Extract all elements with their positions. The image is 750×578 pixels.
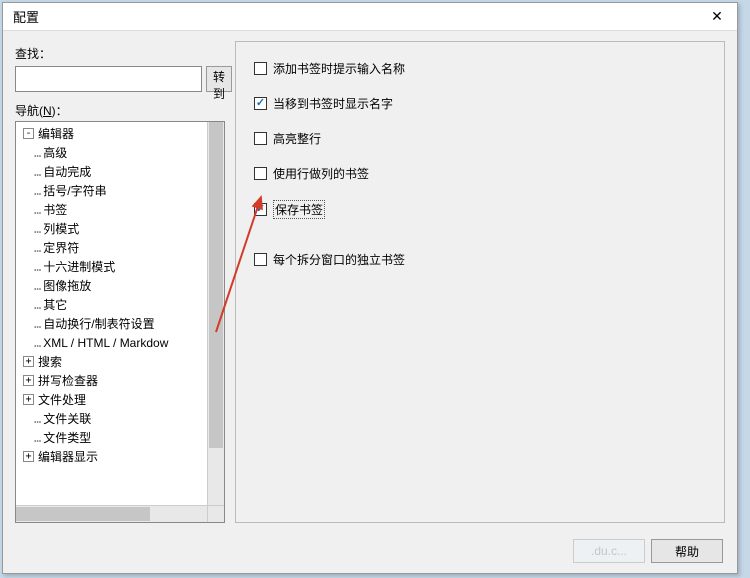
- horizontal-scrollbar[interactable]: [16, 505, 207, 522]
- option-row: 每个拆分窗口的独立书签: [254, 251, 706, 268]
- tree-connector-icon: …: [34, 279, 40, 293]
- option-label[interactable]: 保存书签: [273, 200, 325, 219]
- tree-item[interactable]: …自动换行/制表符设置: [16, 314, 207, 333]
- tree-item-label: 编辑器: [38, 125, 74, 142]
- nav-label: 导航(N)：: [15, 102, 225, 119]
- tree-connector-icon: …: [34, 317, 40, 331]
- tree-connector-icon: …: [34, 203, 40, 217]
- tree-content[interactable]: -编辑器…高级…自动完成…括号/字符串…书签…列模式…定界符…十六进制模式…图像…: [16, 122, 207, 505]
- collapse-icon[interactable]: -: [23, 128, 34, 139]
- scroll-corner: [207, 505, 224, 522]
- tree-item[interactable]: + 编辑器显示: [16, 447, 207, 466]
- expand-icon[interactable]: +: [23, 394, 34, 405]
- tree-item[interactable]: …文件关联: [16, 409, 207, 428]
- tree-item[interactable]: …图像拖放: [16, 276, 207, 295]
- tree-item[interactable]: -编辑器: [16, 124, 207, 143]
- checkbox[interactable]: [254, 97, 267, 110]
- tree-item-label: 图像拖放: [43, 277, 91, 294]
- tree-item[interactable]: …其它: [16, 295, 207, 314]
- help-button[interactable]: 帮助: [651, 539, 723, 563]
- option-label[interactable]: 高亮整行: [273, 130, 321, 147]
- tree-connector-icon: …: [34, 241, 40, 255]
- tree-item-label: 文件处理: [38, 391, 86, 408]
- checkbox[interactable]: [254, 132, 267, 145]
- tree-item[interactable]: + 拼写检查器: [16, 371, 207, 390]
- tree-connector-icon: …: [34, 412, 40, 426]
- search-label: 查找：: [15, 45, 225, 62]
- tree-item-label: 括号/字符串: [43, 182, 106, 199]
- option-row: 保存书签: [254, 200, 706, 219]
- ghost-button[interactable]: .du.c...: [573, 539, 645, 563]
- tree-item[interactable]: …自动完成: [16, 162, 207, 181]
- options-panel: 添加书签时提示输入名称当移到书签时显示名字高亮整行使用行做列的书签保存书签每个拆…: [235, 41, 725, 523]
- tree-item-label: XML / HTML / Markdow: [43, 336, 168, 350]
- search-row: 转到: [15, 66, 225, 92]
- tree-item[interactable]: …括号/字符串: [16, 181, 207, 200]
- dialog-footer: .du.c... 帮助: [3, 529, 737, 573]
- tree-connector-icon: …: [34, 336, 40, 350]
- tree-item[interactable]: …高级: [16, 143, 207, 162]
- tree-item[interactable]: …文件类型: [16, 428, 207, 447]
- tree-connector-icon: …: [34, 431, 40, 445]
- tree-item[interactable]: …十六进制模式: [16, 257, 207, 276]
- tree-item-label: 拼写检查器: [38, 372, 98, 389]
- tree-item-label: 文件关联: [43, 410, 91, 427]
- tree-item-label: 高级: [43, 144, 67, 161]
- tree-item-label: 十六进制模式: [43, 258, 115, 275]
- tree-item-label: 编辑器显示: [38, 448, 98, 465]
- goto-button[interactable]: 转到: [206, 66, 232, 92]
- tree-connector-icon: …: [34, 165, 40, 179]
- option-label[interactable]: 使用行做列的书签: [273, 165, 369, 182]
- checkbox[interactable]: [254, 203, 267, 216]
- tree-item-label: 其它: [43, 296, 67, 313]
- tree-connector-icon: …: [34, 260, 40, 274]
- tree-item[interactable]: …定界符: [16, 238, 207, 257]
- tree-item-label: 文件类型: [43, 429, 91, 446]
- option-label[interactable]: 当移到书签时显示名字: [273, 95, 393, 112]
- tree-item-label: 自动完成: [43, 163, 91, 180]
- checkbox[interactable]: [254, 167, 267, 180]
- option-row: 添加书签时提示输入名称: [254, 60, 706, 77]
- option-row: 当移到书签时显示名字: [254, 95, 706, 112]
- tree-item-label: 搜索: [38, 353, 62, 370]
- dialog-body: 查找： 转到 导航(N)： -编辑器…高级…自动完成…括号/字符串…书签…列模式…: [3, 31, 737, 529]
- titlebar: 配置 ✕: [3, 3, 737, 31]
- option-label[interactable]: 添加书签时提示输入名称: [273, 60, 405, 77]
- close-icon: ✕: [711, 8, 723, 25]
- expand-icon[interactable]: +: [23, 451, 34, 462]
- tree-item-label: 定界符: [43, 239, 79, 256]
- tree-item[interactable]: …书签: [16, 200, 207, 219]
- tree-connector-icon: …: [34, 146, 40, 160]
- window-title: 配置: [13, 7, 697, 26]
- vertical-scrollbar[interactable]: [207, 122, 224, 505]
- expand-icon[interactable]: +: [23, 375, 34, 386]
- tree-item[interactable]: + 搜索: [16, 352, 207, 371]
- config-dialog: 配置 ✕ 查找： 转到 导航(N)： -编辑器…高级…自动完成…括号/字符串…书…: [2, 2, 738, 574]
- tree-item[interactable]: …XML / HTML / Markdow: [16, 333, 207, 352]
- tree-connector-icon: …: [34, 298, 40, 312]
- search-input[interactable]: [15, 66, 202, 92]
- tree-connector-icon: …: [34, 184, 40, 198]
- tree-item-label: 书签: [43, 201, 67, 218]
- expand-icon[interactable]: +: [23, 356, 34, 367]
- checkbox[interactable]: [254, 253, 267, 266]
- option-row: 高亮整行: [254, 130, 706, 147]
- checkbox[interactable]: [254, 62, 267, 75]
- nav-tree: -编辑器…高级…自动完成…括号/字符串…书签…列模式…定界符…十六进制模式…图像…: [15, 121, 225, 523]
- tree-item-label: 自动换行/制表符设置: [43, 315, 154, 332]
- tree-item[interactable]: …列模式: [16, 219, 207, 238]
- tree-connector-icon: …: [34, 222, 40, 236]
- tree-item[interactable]: + 文件处理: [16, 390, 207, 409]
- option-label[interactable]: 每个拆分窗口的独立书签: [273, 251, 405, 268]
- left-column: 查找： 转到 导航(N)： -编辑器…高级…自动完成…括号/字符串…书签…列模式…: [15, 41, 225, 523]
- tree-item-label: 列模式: [43, 220, 79, 237]
- option-row: 使用行做列的书签: [254, 165, 706, 182]
- close-button[interactable]: ✕: [697, 3, 737, 31]
